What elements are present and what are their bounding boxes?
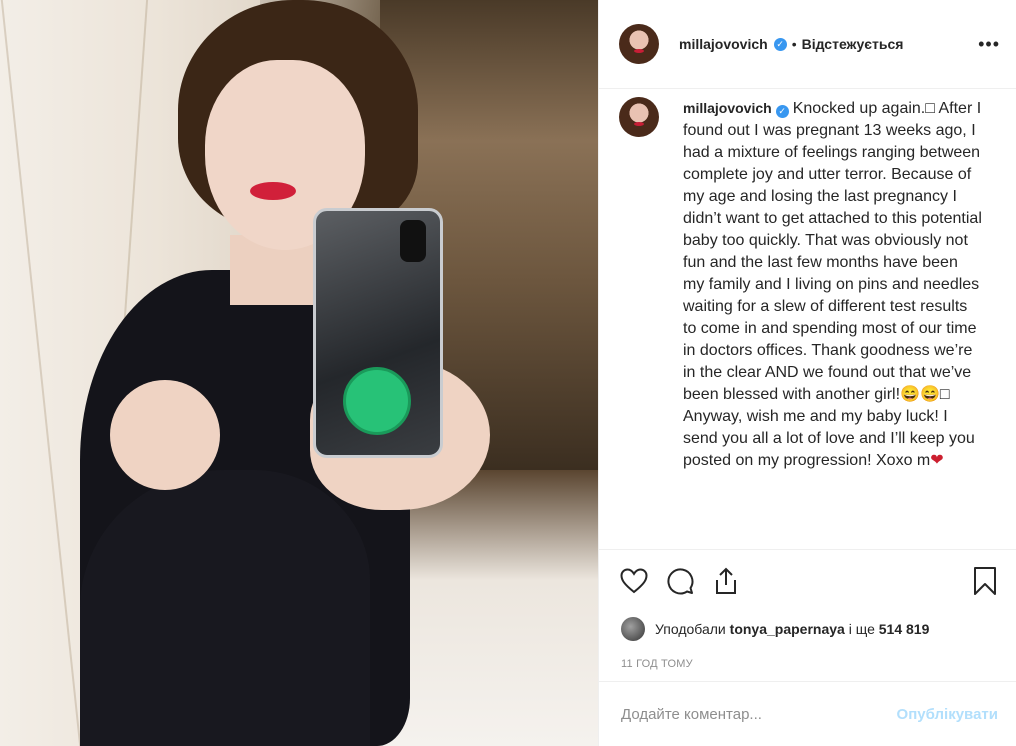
belly	[80, 470, 370, 746]
likes-middle: і ще	[848, 621, 875, 637]
caption-text-block: millajovovich ✓ Knocked up again.□ After I…	[683, 97, 983, 549]
heart-emoji: ❤	[930, 452, 944, 469]
liker-avatar[interactable]	[621, 617, 645, 641]
like-button[interactable]	[619, 566, 649, 596]
share-icon	[716, 567, 736, 594]
lips	[250, 182, 296, 200]
publish-button[interactable]: Опублікувати	[897, 706, 998, 723]
follow-status-button[interactable]: Відстежується	[802, 36, 904, 52]
marble-vein	[0, 0, 82, 746]
comment-button[interactable]	[665, 566, 695, 596]
instagram-post: millajovovich ✓ • Відстежується ••• mill…	[0, 0, 1016, 746]
phone-grip	[343, 367, 411, 435]
verified-badge-icon: ✓	[775, 105, 789, 118]
likes-summary: Уподобали tonya_papernaya і ще 514 819	[599, 611, 1016, 647]
left-hand	[110, 380, 220, 490]
post-sidebar: millajovovich ✓ • Відстежується ••• mill…	[598, 0, 1016, 746]
verified-badge-icon: ✓	[773, 37, 787, 51]
header-username[interactable]: millajovovich	[679, 36, 768, 52]
action-bar	[599, 549, 1016, 611]
likes-count[interactable]: 514 819	[879, 621, 930, 637]
post-timestamp[interactable]: 11 ГОД ТОМУ	[599, 647, 1016, 681]
avatar[interactable]	[619, 24, 659, 64]
post-photo[interactable]	[0, 0, 598, 746]
heart-icon	[620, 567, 648, 593]
more-options-icon[interactable]: •••	[978, 34, 1000, 55]
header-separator: •	[791, 36, 797, 52]
caption-avatar[interactable]	[619, 97, 659, 137]
caption-section: millajovovich ✓ Knocked up again.□ After I…	[599, 89, 1016, 549]
caption-text: Knocked up again.□ After I found out I w…	[683, 100, 987, 469]
comment-box: Опублікувати	[599, 681, 1016, 746]
save-button[interactable]	[970, 566, 1000, 596]
liker-username[interactable]: tonya_papernaya	[730, 621, 845, 637]
post-header: millajovovich ✓ • Відстежується •••	[599, 0, 1016, 89]
likes-prefix: Уподобали	[655, 621, 726, 637]
bookmark-icon	[974, 566, 996, 595]
comment-icon	[667, 567, 694, 594]
share-button[interactable]	[711, 566, 741, 596]
caption-username[interactable]: millajovovich	[683, 100, 772, 116]
comment-input[interactable]	[619, 704, 897, 724]
phone-camera	[400, 220, 426, 262]
